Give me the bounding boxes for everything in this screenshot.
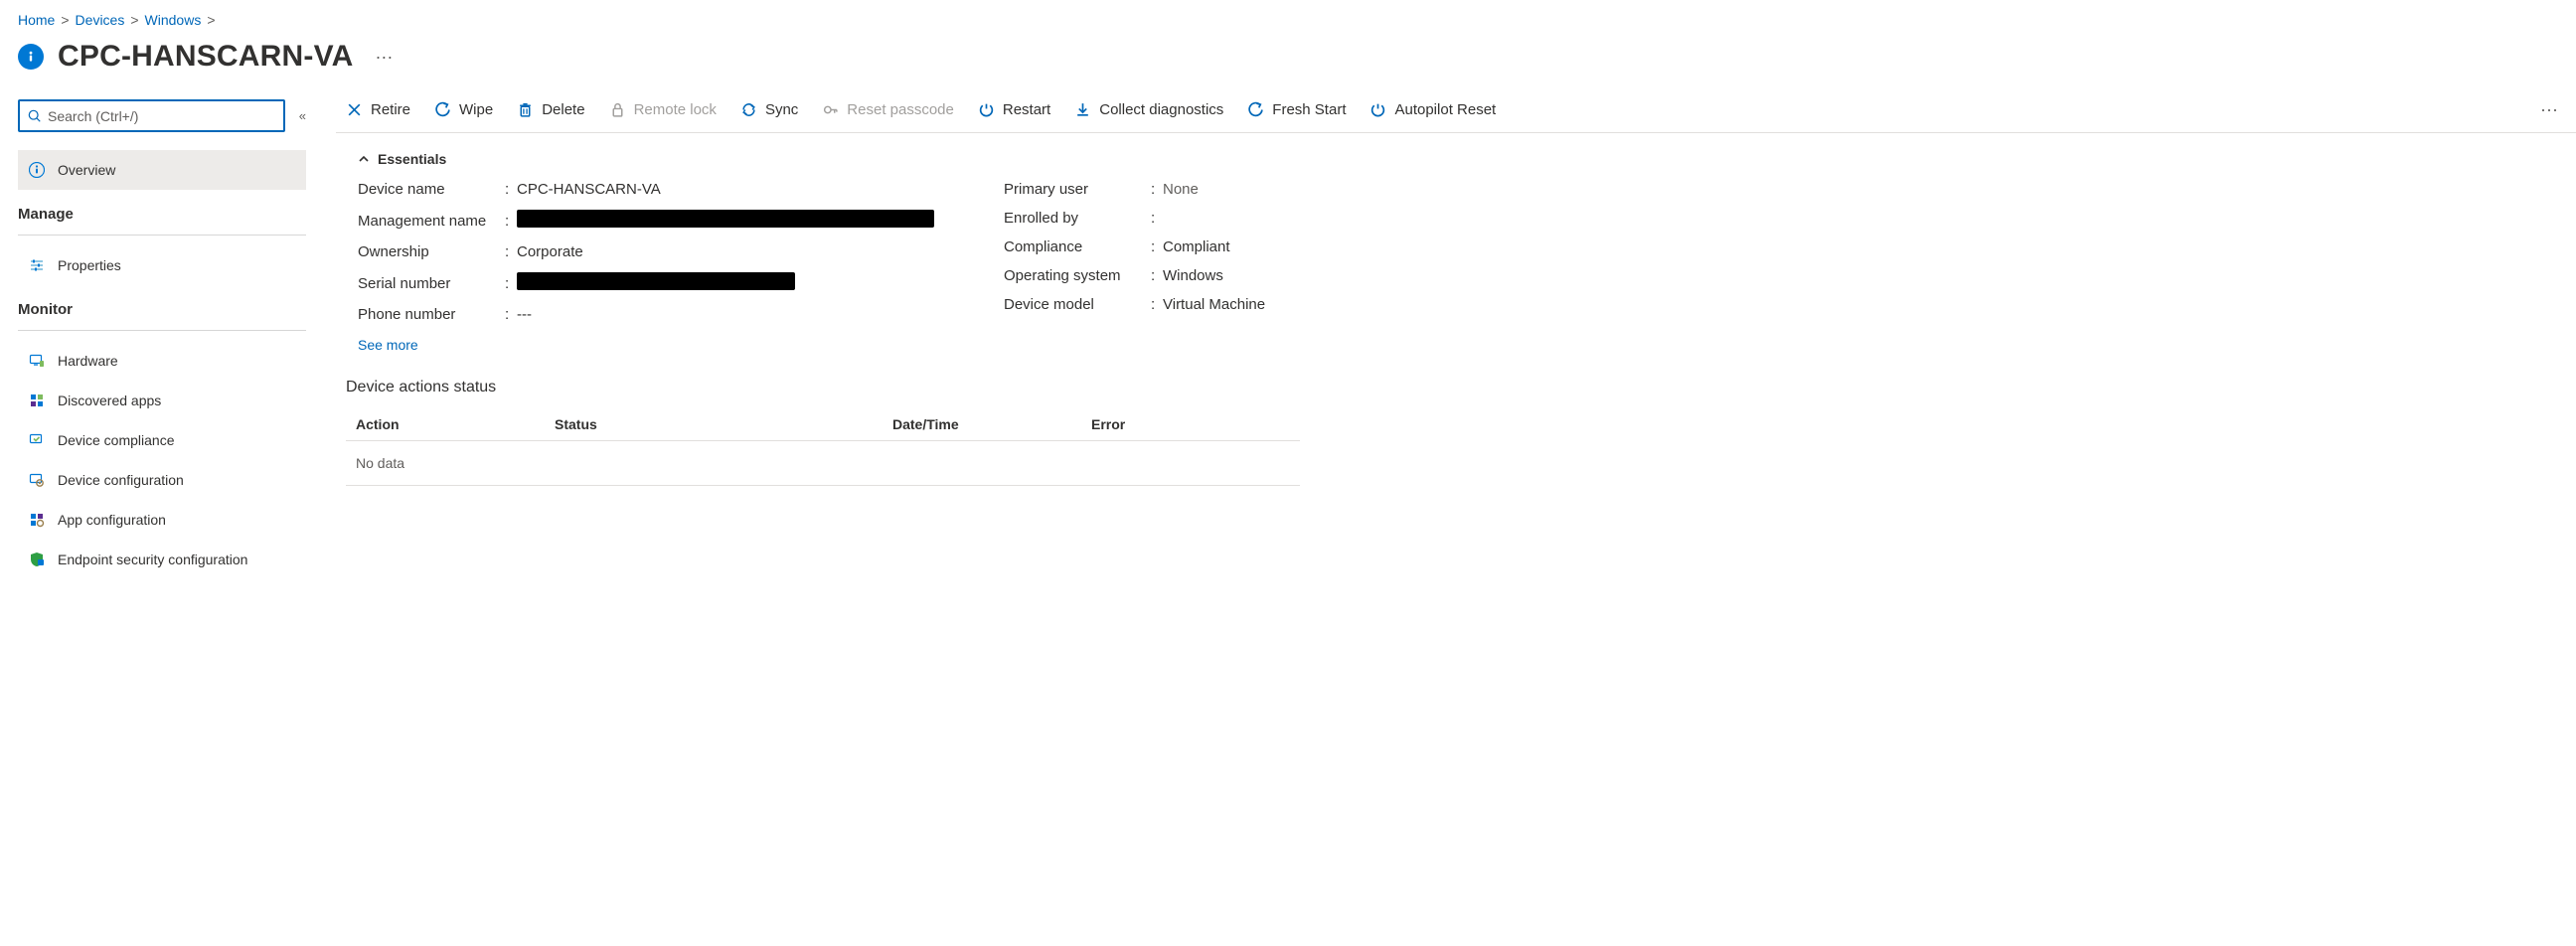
essential-key: Compliance xyxy=(1004,238,1151,255)
sync-button[interactable]: Sync xyxy=(740,101,798,118)
device-actions-status-heading: Device actions status xyxy=(346,379,2576,396)
essential-key: Primary user xyxy=(1004,181,1151,198)
sidebar-item-label: Hardware xyxy=(58,353,118,369)
sidebar-section-manage: Manage xyxy=(18,200,306,231)
table-header: Error xyxy=(1091,416,1290,432)
essential-value: Corporate xyxy=(517,243,583,260)
wipe-button[interactable]: Wipe xyxy=(434,101,493,118)
essential-value: CPC-HANSCARN-VA xyxy=(517,181,661,198)
sidebar-item-endpoint-security[interactable]: Endpoint security configuration xyxy=(18,540,306,579)
see-more-link[interactable]: See more xyxy=(358,337,2576,353)
table-empty-row: No data xyxy=(346,441,1300,486)
redacted-value xyxy=(517,210,934,228)
sidebar-section-monitor: Monitor xyxy=(18,295,306,326)
sidebar-item-label: Device compliance xyxy=(58,432,175,448)
retire-button[interactable]: Retire xyxy=(346,101,410,118)
sidebar-item-device-compliance[interactable]: Device compliance xyxy=(18,420,306,460)
collect-diagnostics-button[interactable]: Collect diagnostics xyxy=(1074,101,1223,118)
essentials-panel: Device name:CPC-HANSCARN-VA Management n… xyxy=(358,181,2576,323)
essentials-toggle[interactable]: Essentials xyxy=(358,151,2576,167)
essential-key: Ownership xyxy=(358,243,505,260)
essential-value: Compliant xyxy=(1163,238,1230,255)
essential-value: --- xyxy=(517,306,532,323)
essential-key: Operating system xyxy=(1004,267,1151,284)
breadcrumb-link[interactable]: Windows xyxy=(145,12,202,28)
more-icon[interactable]: ··· xyxy=(375,47,393,68)
apps-icon xyxy=(28,393,46,408)
shield-icon xyxy=(28,552,46,567)
remote-lock-button: Remote lock xyxy=(609,101,717,118)
search-icon xyxy=(28,109,42,123)
redacted-value xyxy=(517,272,795,290)
sidebar-item-label: Device configuration xyxy=(58,472,184,488)
essential-value: Virtual Machine xyxy=(1163,296,1265,313)
sidebar-item-discovered-apps[interactable]: Discovered apps xyxy=(18,381,306,420)
essential-key: Device name xyxy=(358,181,505,198)
restart-button[interactable]: Restart xyxy=(978,101,1050,118)
fresh-start-button[interactable]: Fresh Start xyxy=(1247,101,1346,118)
sidebar-item-properties[interactable]: Properties xyxy=(18,245,306,285)
essential-value: Windows xyxy=(1163,267,1223,284)
autopilot-reset-button[interactable]: Autopilot Reset xyxy=(1369,101,1496,118)
sidebar-item-label: Properties xyxy=(58,257,121,273)
delete-button[interactable]: Delete xyxy=(517,101,584,118)
sidebar-item-app-configuration[interactable]: App configuration xyxy=(18,500,306,540)
info-icon xyxy=(28,162,46,178)
more-commands-button[interactable]: ··· xyxy=(2540,99,2558,120)
sidebar-item-label: Discovered apps xyxy=(58,393,161,408)
search-input[interactable] xyxy=(18,99,285,132)
sidebar: « Overview Manage Properties Monitor Har… xyxy=(18,99,306,579)
sliders-icon xyxy=(28,257,46,273)
app-config-icon xyxy=(28,512,46,528)
collapse-sidebar-button[interactable]: « xyxy=(299,108,306,123)
chevron-up-icon xyxy=(358,153,370,165)
info-icon xyxy=(18,44,44,70)
sidebar-item-label: App configuration xyxy=(58,512,166,528)
breadcrumb-link[interactable]: Home xyxy=(18,12,55,28)
command-bar: Retire Wipe Delete Remote lock Sync Rese… xyxy=(336,99,2576,133)
compliance-icon xyxy=(28,432,46,448)
essential-value: None xyxy=(1163,181,1199,198)
essential-key: Phone number xyxy=(358,306,505,323)
actions-status-table: Action Status Date/Time Error No data xyxy=(346,408,1300,486)
sidebar-item-device-configuration[interactable]: Device configuration xyxy=(18,460,306,500)
config-icon xyxy=(28,472,46,488)
table-header: Action xyxy=(356,416,555,432)
monitor-icon xyxy=(28,353,46,369)
table-header: Date/Time xyxy=(892,416,1091,432)
reset-passcode-button: Reset passcode xyxy=(822,101,954,118)
essential-key: Management name xyxy=(358,213,505,230)
table-header: Status xyxy=(555,416,892,432)
page-title: CPC-HANSCARN-VA xyxy=(58,40,353,74)
breadcrumb: Home> Devices> Windows> xyxy=(18,12,2576,28)
breadcrumb-link[interactable]: Devices xyxy=(76,12,125,28)
essential-key: Device model xyxy=(1004,296,1151,313)
sidebar-item-overview[interactable]: Overview xyxy=(18,150,306,190)
essential-key: Serial number xyxy=(358,275,505,292)
sidebar-item-hardware[interactable]: Hardware xyxy=(18,341,306,381)
sidebar-item-label: Overview xyxy=(58,162,115,178)
sidebar-item-label: Endpoint security configuration xyxy=(58,552,247,567)
essential-key: Enrolled by xyxy=(1004,210,1151,227)
